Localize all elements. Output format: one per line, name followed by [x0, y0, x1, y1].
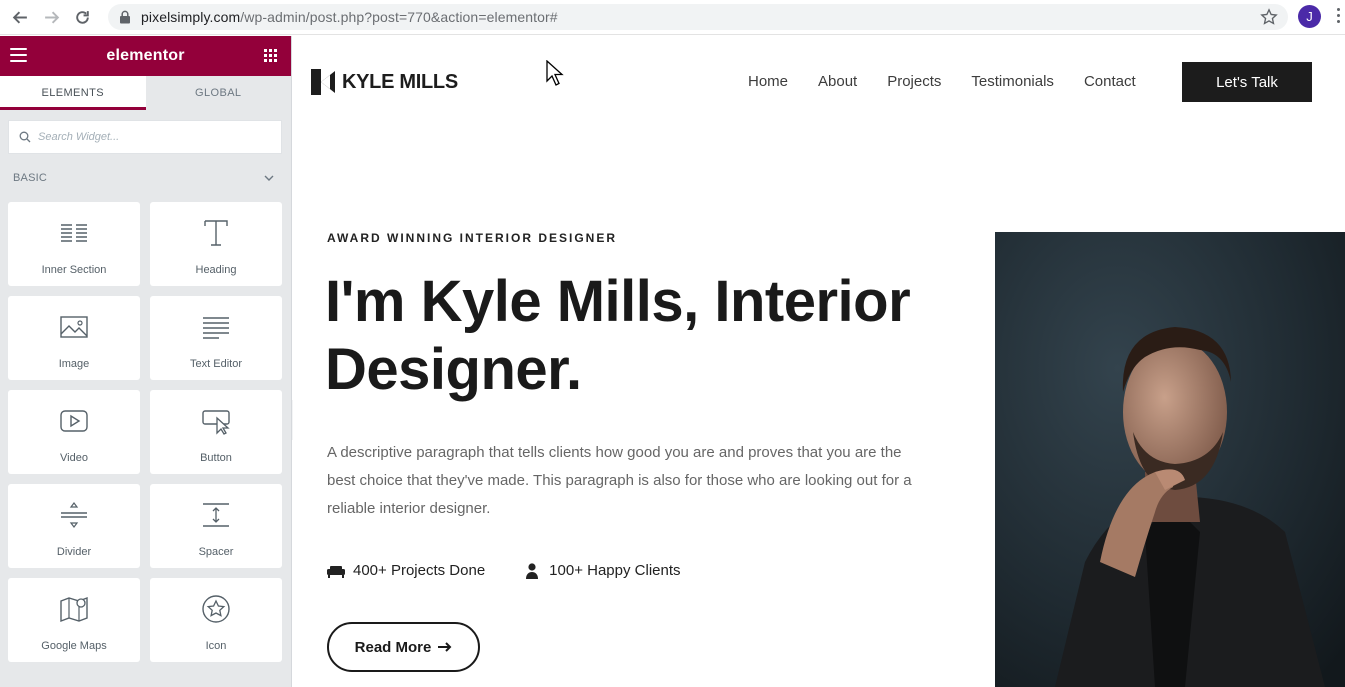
browser-toolbar: pixelsimply.com/wp-admin/post.php?post=7…	[0, 0, 1345, 35]
portrait-photo	[995, 232, 1345, 687]
search-placeholder: Search Widget...	[38, 131, 120, 143]
read-more-label: Read More	[354, 638, 432, 656]
widget-inner-section[interactable]: Inner Section	[8, 202, 140, 286]
button-icon	[201, 406, 231, 436]
back-icon[interactable]	[9, 6, 31, 28]
nav-about[interactable]: About	[818, 73, 857, 90]
profile-avatar[interactable]: J	[1298, 5, 1321, 28]
star-icon	[201, 594, 231, 624]
widget-label: Button	[200, 452, 232, 464]
divider-icon	[59, 500, 89, 530]
url-host: pixelsimply.com	[141, 9, 241, 25]
widget-label: Divider	[56, 546, 92, 558]
widget-text-editor[interactable]: Text Editor	[150, 296, 282, 380]
url-text: pixelsimply.com/wp-admin/post.php?post=7…	[141, 9, 558, 25]
category-basic-toggle[interactable]: BASIC	[0, 154, 291, 202]
logo-mark-icon	[311, 69, 335, 95]
user-icon	[526, 562, 539, 579]
search-icon	[19, 131, 31, 143]
site-logo[interactable]: KYLE MILLS	[311, 69, 458, 95]
hero-description: A descriptive paragraph that tells clien…	[327, 444, 912, 517]
chevron-down-icon	[264, 175, 274, 181]
widget-video[interactable]: Video	[8, 390, 140, 474]
widget-heading[interactable]: Heading	[150, 202, 282, 286]
heading-icon	[201, 218, 231, 248]
stats-row: 400+ Projects Done 100+ Happy Clients	[327, 562, 719, 579]
stat-clients: 100+ Happy Clients	[523, 562, 681, 579]
widget-google-maps[interactable]: Google Maps	[8, 578, 140, 662]
widget-divider[interactable]: Divider	[8, 484, 140, 568]
widget-spacer[interactable]: Spacer	[150, 484, 282, 568]
search-widget-input[interactable]: Search Widget...	[8, 120, 282, 154]
tab-global[interactable]: GLOBAL	[145, 76, 291, 110]
widget-label: Heading	[195, 264, 237, 276]
nav-home[interactable]: Home	[748, 73, 788, 90]
read-more-button[interactable]: Read More	[327, 622, 480, 672]
nav-contact[interactable]: Contact	[1084, 73, 1136, 90]
widget-icon[interactable]: Icon	[150, 578, 282, 662]
main-nav: Home About Projects Testimonials Contact	[748, 73, 1166, 90]
widget-label: Icon	[205, 640, 227, 652]
nav-projects[interactable]: Projects	[887, 73, 941, 90]
mouse-cursor-icon	[546, 60, 564, 86]
widget-label: Google Maps	[41, 640, 107, 652]
sofa-icon	[327, 565, 345, 578]
widget-button[interactable]: Button	[150, 390, 282, 474]
widgets-grid-icon[interactable]	[264, 49, 277, 62]
hero-title: I'm Kyle Mills, Interior Designer.	[325, 269, 911, 402]
forward-icon[interactable]	[40, 6, 62, 28]
nav-testimonials[interactable]: Testimonials	[971, 73, 1054, 90]
elementor-panel: elementor ELEMENTS GLOBAL Search Widget.…	[0, 36, 292, 687]
google-maps-icon	[59, 594, 89, 624]
widget-label: Video	[60, 452, 88, 464]
url-path: /wp-admin/post.php?post=770&action=eleme…	[240, 9, 558, 25]
arrow-right-icon	[438, 642, 452, 652]
address-bar[interactable]: pixelsimply.com/wp-admin/post.php?post=7…	[108, 4, 1288, 30]
text-editor-icon	[201, 312, 231, 342]
page-preview: KYLE MILLS Home About Projects Testimoni…	[293, 36, 1345, 687]
lock-icon	[120, 10, 130, 24]
spacer-icon	[201, 500, 231, 530]
logo-text: KYLE MILLS	[342, 70, 458, 93]
panel-header: elementor	[0, 36, 291, 76]
widget-image[interactable]: Image	[8, 296, 140, 380]
stat-text: 400+ Projects Done	[353, 562, 486, 579]
tab-elements[interactable]: ELEMENTS	[0, 76, 146, 110]
elementor-logo: elementor	[106, 47, 185, 64]
video-icon	[59, 406, 89, 436]
panel-tabs: ELEMENTS GLOBAL	[0, 76, 291, 110]
image-icon	[59, 312, 89, 342]
category-label: BASIC	[13, 172, 48, 184]
reload-icon[interactable]	[71, 6, 93, 28]
stat-projects: 400+ Projects Done	[327, 562, 485, 579]
bookmark-star-icon[interactable]	[1260, 8, 1278, 26]
widget-grid: Inner Section Heading Image Text Editor …	[0, 202, 291, 662]
inner-section-icon	[59, 218, 89, 248]
browser-menu-icon[interactable]	[1336, 8, 1342, 26]
widget-label: Spacer	[198, 546, 234, 558]
widget-label: Text Editor	[190, 358, 242, 370]
hero-eyebrow: AWARD WINNING INTERIOR DESIGNER	[327, 231, 618, 245]
hamburger-menu-icon[interactable]	[10, 48, 27, 63]
lets-talk-button[interactable]: Let's Talk	[1182, 62, 1312, 102]
stat-text: 100+ Happy Clients	[549, 562, 681, 579]
widget-label: Inner Section	[41, 264, 107, 276]
widget-label: Image	[58, 358, 90, 370]
